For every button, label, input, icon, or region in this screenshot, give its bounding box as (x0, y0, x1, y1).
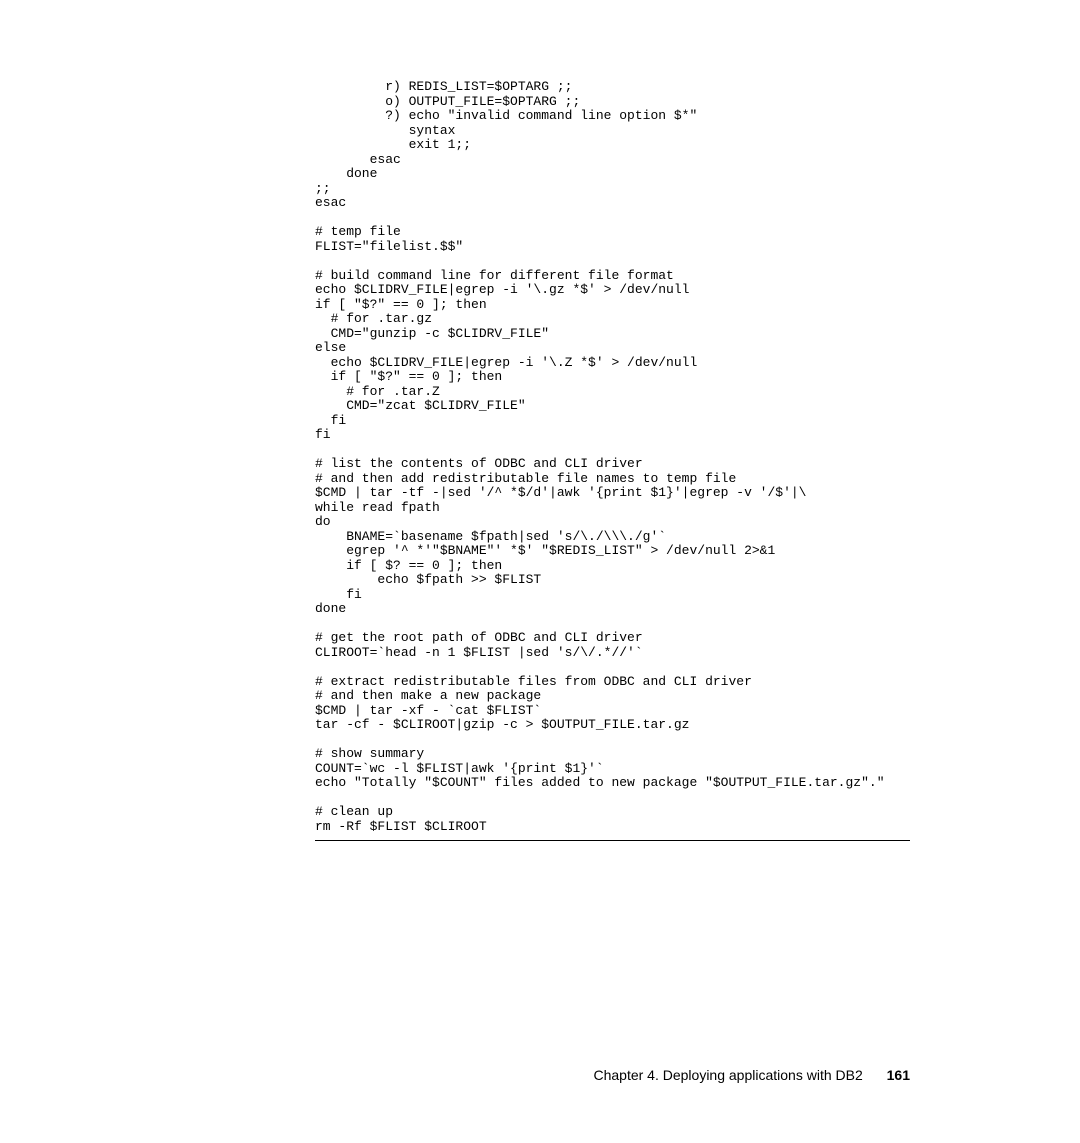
page-number: 161 (887, 1067, 910, 1083)
page-body: r) REDIS_LIST=$OPTARG ;; o) OUTPUT_FILE=… (0, 0, 1080, 841)
chapter-title: Chapter 4. Deploying applications with D… (593, 1067, 862, 1083)
page-footer: Chapter 4. Deploying applications with D… (593, 1067, 910, 1083)
code-block: r) REDIS_LIST=$OPTARG ;; o) OUTPUT_FILE=… (315, 80, 910, 841)
